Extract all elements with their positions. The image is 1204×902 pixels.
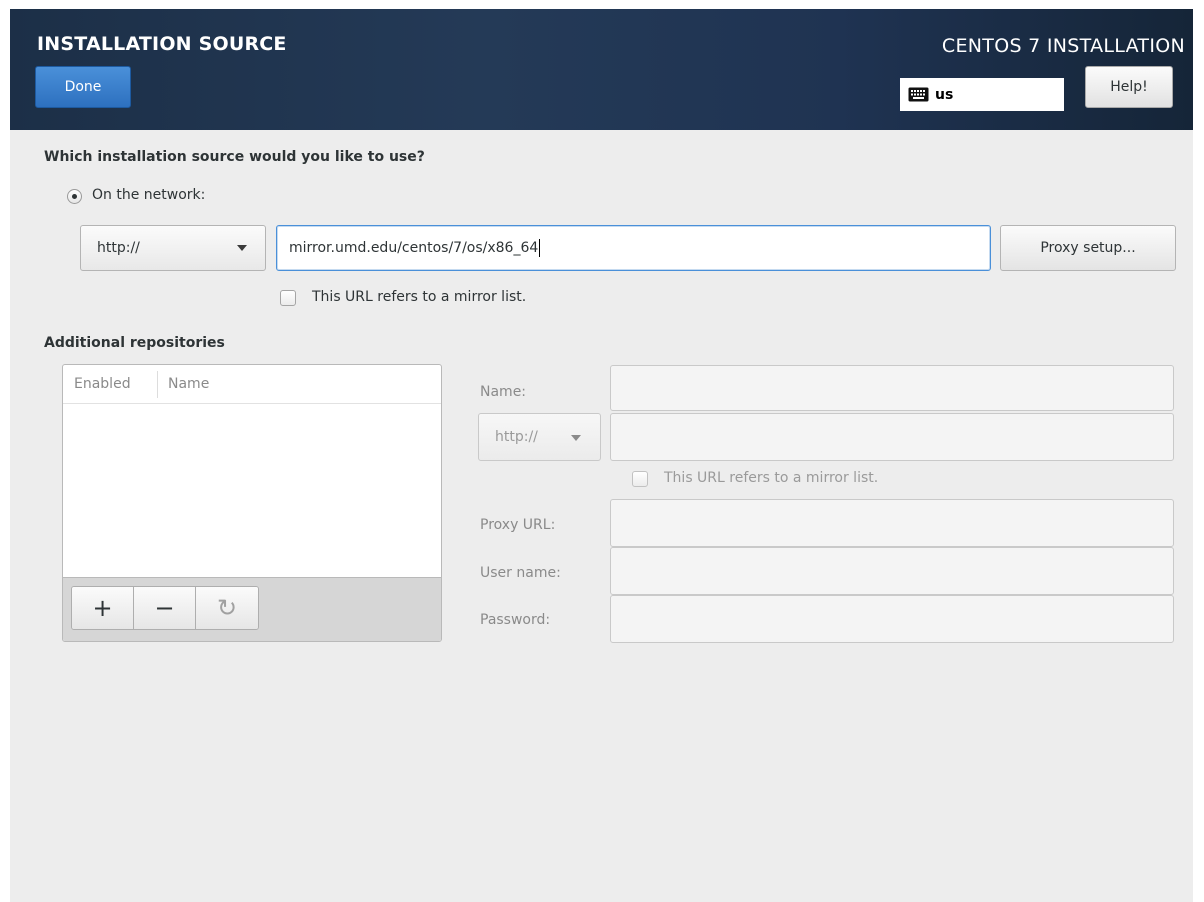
keyboard-layout-label: us bbox=[935, 86, 954, 103]
protocol-combo[interactable]: http:// bbox=[80, 225, 266, 271]
column-name[interactable]: Name bbox=[168, 376, 209, 392]
done-button[interactable]: Done bbox=[35, 66, 131, 108]
password-input[interactable] bbox=[610, 595, 1174, 643]
product-title: CENTOS 7 INSTALLATION bbox=[941, 35, 1185, 57]
username-input[interactable] bbox=[610, 547, 1174, 595]
proxy-url-label: Proxy URL: bbox=[480, 517, 556, 533]
keyboard-icon bbox=[908, 87, 929, 102]
repo-protocol-value: http:// bbox=[495, 429, 538, 445]
password-label: Password: bbox=[480, 612, 551, 628]
repo-name-input[interactable] bbox=[610, 365, 1174, 411]
source-question: Which installation source would you like… bbox=[44, 149, 425, 165]
repo-url-input[interactable] bbox=[610, 413, 1174, 461]
add-repo-button[interactable]: + bbox=[72, 587, 134, 629]
username-label: User name: bbox=[480, 565, 561, 581]
repo-list[interactable]: Enabled Name + − ↻ bbox=[62, 364, 442, 642]
network-radio-label: On the network: bbox=[92, 187, 206, 203]
header-bar: INSTALLATION SOURCE Done CENTOS 7 INSTAL… bbox=[10, 9, 1193, 130]
remove-repo-button[interactable]: − bbox=[134, 587, 196, 629]
repo-mirror-list-checkbox[interactable] bbox=[632, 471, 648, 487]
repo-protocol-combo[interactable]: http:// bbox=[478, 413, 601, 461]
network-radio[interactable] bbox=[67, 189, 82, 204]
repo-list-header: Enabled Name bbox=[63, 365, 441, 404]
url-input[interactable]: mirror.umd.edu/centos/7/os/x86_64 bbox=[276, 225, 991, 271]
additional-repos-heading: Additional repositories bbox=[44, 335, 225, 351]
installation-source-window: INSTALLATION SOURCE Done CENTOS 7 INSTAL… bbox=[10, 9, 1193, 902]
protocol-value: http:// bbox=[97, 240, 140, 256]
proxy-setup-button[interactable]: Proxy setup... bbox=[1000, 225, 1176, 271]
proxy-url-input[interactable] bbox=[610, 499, 1174, 547]
reset-repo-button[interactable]: ↻ bbox=[196, 587, 258, 629]
column-enabled[interactable]: Enabled bbox=[74, 376, 131, 392]
text-caret bbox=[539, 239, 541, 257]
repo-toolbar: + − ↻ bbox=[63, 577, 441, 641]
keyboard-layout-indicator[interactable]: us bbox=[900, 78, 1064, 111]
url-value: mirror.umd.edu/centos/7/os/x86_64 bbox=[289, 240, 539, 256]
repo-mirror-list-label: This URL refers to a mirror list. bbox=[664, 470, 879, 486]
chevron-down-icon bbox=[571, 435, 581, 441]
help-button[interactable]: Help! bbox=[1085, 66, 1173, 108]
mirror-list-checkbox[interactable] bbox=[280, 290, 296, 306]
repo-tool-group: + − ↻ bbox=[71, 586, 259, 630]
mirror-list-label: This URL refers to a mirror list. bbox=[312, 289, 527, 305]
column-divider bbox=[157, 371, 158, 398]
chevron-down-icon bbox=[237, 245, 247, 251]
repo-name-label: Name: bbox=[480, 384, 527, 400]
page-title: INSTALLATION SOURCE bbox=[37, 33, 287, 55]
